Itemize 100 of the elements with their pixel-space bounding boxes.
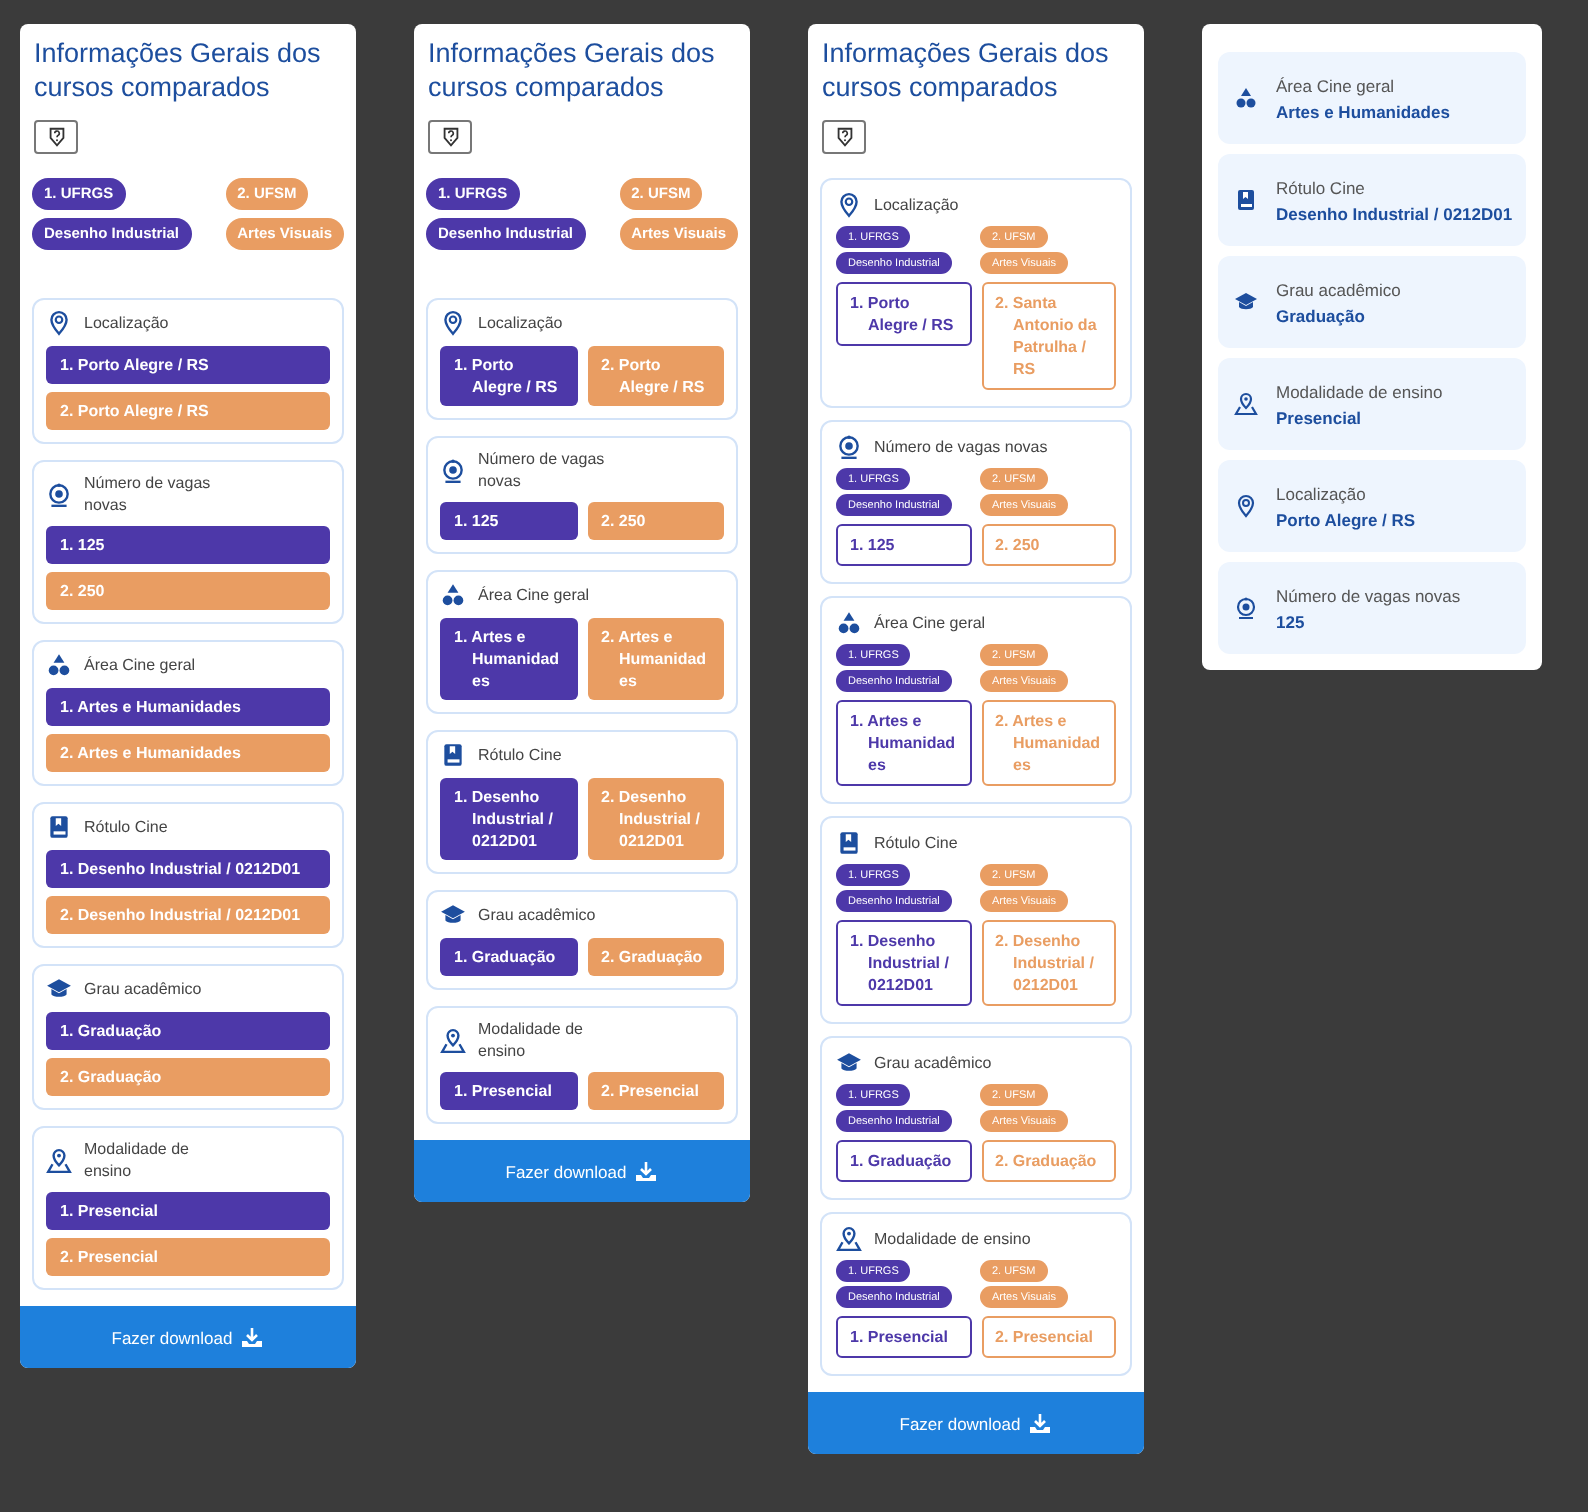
value-label: 1. Artes e Humanidades — [440, 618, 577, 700]
book-icon — [1234, 188, 1258, 212]
value-label: 1. Graduação — [440, 938, 577, 976]
help-icon — [439, 126, 461, 148]
section-label: Grau acadêmico — [478, 904, 596, 926]
map-pin-icon — [836, 1226, 862, 1252]
value-label: 2. Artes e Humanidades — [587, 618, 724, 700]
value-label: 2. Porto Alegre / RS — [587, 346, 724, 406]
help-button[interactable] — [822, 120, 866, 154]
help-icon — [45, 126, 67, 148]
value-label: 1. Artes e Humanidades — [836, 700, 971, 786]
value-label: 1. Presencial — [440, 1072, 577, 1110]
info-label: Área Cine geral — [1276, 75, 1397, 95]
section-label: Localização — [84, 312, 169, 334]
info-value: Presencial — [1276, 407, 1364, 427]
value-label: 1. Graduação — [836, 1140, 971, 1182]
pin-icon — [836, 192, 862, 218]
value-label: 1. 125 — [440, 502, 577, 540]
download-icon — [240, 1325, 265, 1349]
value-label: 2. Santa Antonio da Patrulha / RS — [981, 282, 1116, 390]
section-label: Rótulo Cine — [478, 744, 562, 766]
download-button[interactable]: Fazer download — [414, 1140, 750, 1202]
section-label: Grau acadêmico — [84, 978, 202, 1000]
section-label: Número de vagas novas — [84, 472, 213, 516]
info-value: Desenho Industrial / 0212D01 — [1276, 203, 1513, 223]
value-label: 2. 250 — [981, 524, 1116, 566]
pin-icon — [1234, 494, 1258, 518]
section-label: Rótulo Cine — [874, 832, 958, 854]
info-value: Artes e Humanidades — [1276, 101, 1450, 121]
value-label: 2. Graduação — [587, 938, 724, 976]
panel-title: Informações Gerais dos cursos comparados — [820, 36, 1111, 104]
map-pin-icon — [46, 1147, 72, 1173]
help-button[interactable] — [428, 120, 472, 154]
value-label: 2. Presencial — [981, 1316, 1116, 1358]
value-label: 2. Porto Alegre / RS — [46, 392, 330, 430]
info-label: Número de vagas novas — [1276, 585, 1461, 605]
info-label: Modalidade de ensino — [1276, 381, 1443, 401]
value-label: 2. Graduação — [981, 1140, 1116, 1182]
value-label: 1. Porto Alegre / RS — [46, 346, 330, 384]
book-icon — [836, 830, 862, 856]
info-value: Graduação — [1276, 305, 1367, 325]
value-label: 2. Presencial — [587, 1072, 724, 1110]
value-label: 1. Graduação — [46, 1012, 330, 1050]
info-value: 125 — [1276, 611, 1307, 631]
map-pin-icon — [1234, 392, 1258, 416]
value-label: 1. Desenho Industrial / 0212D01 — [836, 920, 971, 1006]
info-label: Rótulo Cine — [1276, 177, 1367, 197]
section-label: Modalidade de ensino — [84, 1138, 191, 1182]
webcam-icon — [836, 434, 862, 460]
graduation-cap-icon — [46, 976, 72, 1002]
pin-icon — [440, 310, 466, 336]
download-button[interactable]: Fazer download — [20, 1306, 356, 1368]
value-label: 2. Artes e Humanidades — [981, 700, 1116, 786]
download-button[interactable]: Fazer download — [808, 1392, 1144, 1454]
section-label: Área Cine geral — [478, 584, 590, 606]
value-label: 1. Porto Alegre / RS — [836, 282, 971, 346]
webcam-icon — [1234, 596, 1258, 620]
value-label: 1. Desenho Industrial / 0212D01 — [46, 850, 330, 888]
value-label: 2. 250 — [587, 502, 724, 540]
download-icon — [634, 1159, 659, 1183]
webcam-icon — [46, 481, 72, 507]
value-label: 1. Artes e Humanidades — [46, 688, 330, 726]
section-label: Grau acadêmico — [874, 1052, 992, 1074]
section-label: Área Cine geral — [84, 654, 196, 676]
section-label: Área Cine geral — [874, 612, 986, 634]
book-icon — [440, 742, 466, 768]
value-label: 1. Desenho Industrial / 0212D01 — [440, 778, 577, 860]
info-label: Localização — [1276, 483, 1368, 503]
section-label: Localização — [478, 312, 563, 334]
help-button[interactable] — [34, 120, 78, 154]
value-label: 2. Graduação — [46, 1058, 330, 1096]
value-label: 2. 250 — [46, 572, 330, 610]
map-pin-icon — [440, 1027, 466, 1053]
value-label: 2. Presencial — [46, 1238, 330, 1276]
graduation-cap-icon — [1234, 290, 1258, 314]
shapes-icon — [46, 652, 72, 678]
shapes-icon — [440, 582, 466, 608]
section-label: Localização — [874, 194, 959, 216]
section-label: Número de vagas novas — [478, 448, 607, 492]
value-label: 1. Presencial — [836, 1316, 971, 1358]
help-icon — [833, 126, 855, 148]
graduation-cap-icon — [440, 902, 466, 928]
shapes-icon — [836, 610, 862, 636]
value-label: 2. Artes e Humanidades — [46, 734, 330, 772]
shapes-icon — [1234, 86, 1258, 110]
pin-icon — [46, 310, 72, 336]
value-label: 2. Desenho Industrial / 0212D01 — [981, 920, 1116, 1006]
section-label: Número de vagas novas — [874, 436, 1048, 458]
section-label: Modalidade de ensino — [478, 1018, 585, 1062]
section-label: Modalidade de ensino — [874, 1228, 1031, 1250]
info-value: Porto Alegre / RS — [1276, 509, 1416, 529]
section-label: Rótulo Cine — [84, 816, 168, 838]
value-label: 2. Desenho Industrial / 0212D01 — [46, 896, 330, 934]
value-label: 1. Porto Alegre / RS — [440, 346, 577, 406]
graduation-cap-icon — [836, 1050, 862, 1076]
info-label: Grau acadêmico — [1276, 279, 1401, 299]
value-label: 1. 125 — [46, 526, 330, 564]
panel-title: Informações Gerais dos cursos comparados — [426, 36, 717, 104]
download-icon — [1028, 1411, 1053, 1435]
value-label: 1. 125 — [836, 524, 971, 566]
